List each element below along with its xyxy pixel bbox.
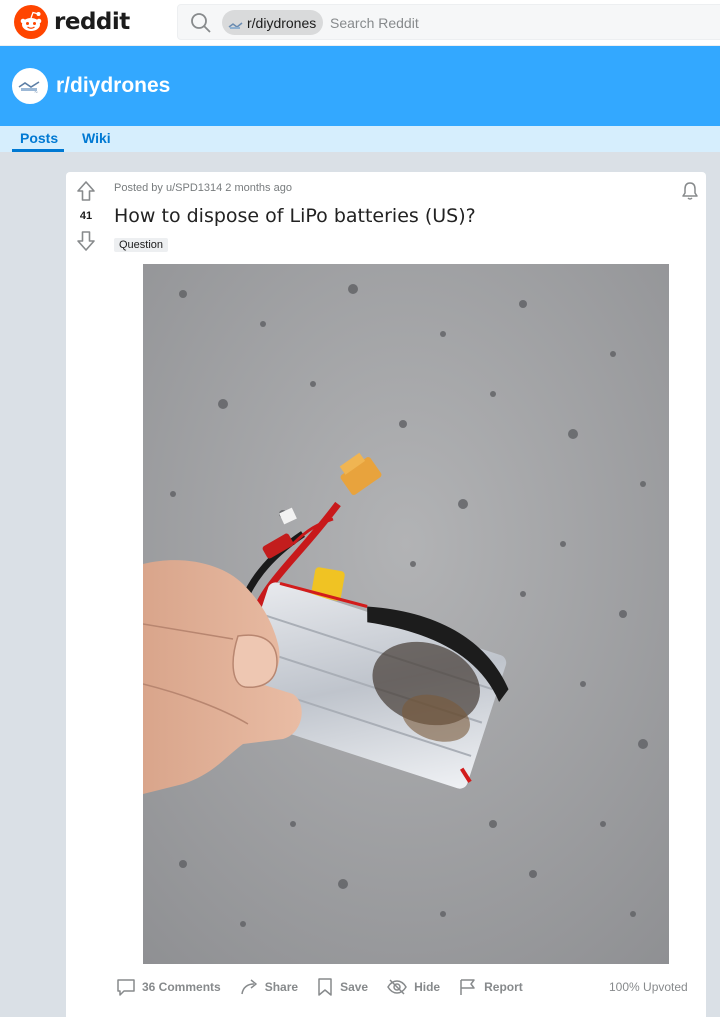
- bookmark-icon: [318, 978, 332, 996]
- share-label: Share: [264, 980, 299, 994]
- report-button[interactable]: Report: [458, 977, 523, 997]
- post-card[interactable]: 41 Posted by u/SPD1314 2 months ago How …: [66, 172, 706, 1017]
- post-flair[interactable]: Question: [114, 238, 169, 252]
- tab-posts[interactable]: Posts: [20, 130, 58, 146]
- search-scope-chip[interactable]: r/diydrones: [222, 10, 324, 35]
- top-bar: reddit r/diydrones: [0, 0, 720, 46]
- comments-button[interactable]: 36 Comments: [116, 977, 221, 997]
- hide-button[interactable]: Hide: [386, 977, 440, 997]
- search-bar[interactable]: r/diydrones: [177, 4, 720, 40]
- post-image[interactable]: [143, 264, 669, 964]
- share-button[interactable]: Share: [239, 977, 298, 997]
- save-button[interactable]: Save: [316, 977, 368, 997]
- post-meta: Posted by u/SPD1314 2 months ago: [114, 182, 292, 194]
- subreddit-mini-avatar-icon: [228, 18, 244, 29]
- notification-bell-icon[interactable]: [680, 180, 700, 207]
- reddit-wordmark[interactable]: reddit: [54, 9, 130, 35]
- downvote-arrow-icon[interactable]: [76, 230, 96, 257]
- subreddit-nav: Posts Wiki: [0, 126, 720, 152]
- share-icon: [240, 979, 257, 995]
- battery-photo: [143, 264, 669, 964]
- report-label: Report: [484, 980, 523, 994]
- comment-icon: [117, 979, 135, 996]
- upvote-arrow-icon[interactable]: [76, 180, 96, 207]
- svg-text:~: ~: [34, 90, 38, 96]
- subreddit-avatar[interactable]: ~: [12, 68, 48, 104]
- hide-label: Hide: [414, 980, 441, 994]
- save-label: Save: [340, 980, 369, 994]
- subreddit-banner: ~ r/diydrones: [0, 46, 720, 126]
- reddit-logo-icon[interactable]: [14, 5, 48, 39]
- subreddit-name[interactable]: r/diydrones: [56, 74, 170, 98]
- search-icon: [190, 12, 212, 39]
- comments-label: 36 Comments: [142, 980, 221, 994]
- search-scope-label: r/diydrones: [247, 14, 317, 31]
- tab-wiki[interactable]: Wiki: [82, 130, 111, 146]
- search-input[interactable]: [330, 11, 630, 35]
- hide-eye-icon: [387, 979, 407, 995]
- post-actions: 36 Comments Share Save Hide Report: [116, 975, 541, 999]
- vote-count: 41: [79, 210, 93, 222]
- upvote-ratio: 100% Upvoted: [609, 980, 688, 994]
- flag-icon: [460, 979, 475, 995]
- active-tab-indicator: [12, 149, 64, 152]
- post-title[interactable]: How to dispose of LiPo batteries (US)?: [114, 205, 476, 227]
